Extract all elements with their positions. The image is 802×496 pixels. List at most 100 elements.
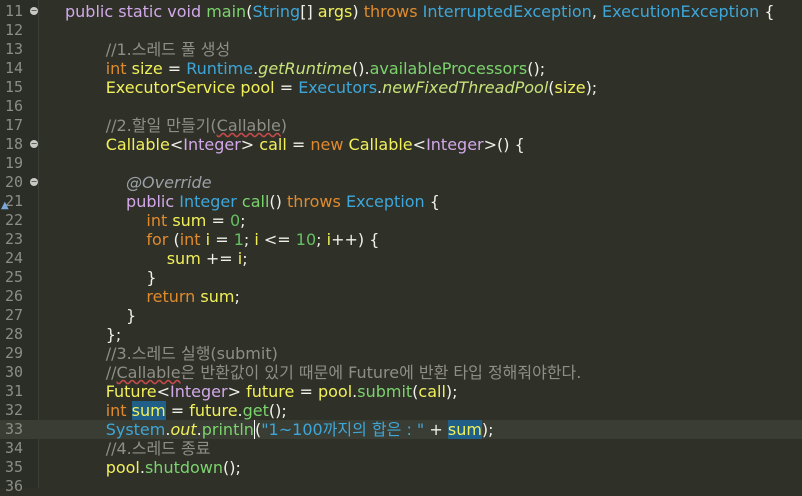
- line-number: 12: [5, 21, 24, 39]
- line-number: 11: [5, 2, 24, 20]
- code-text[interactable]: public static void main(String[] args) t…: [65, 2, 775, 21]
- code-text[interactable]: System.out.println("1~100까지의 합은 : " + su…: [65, 420, 494, 439]
- code-token: //1.스레드 풀 생성: [65, 40, 231, 59]
- code-token: Integer: [183, 135, 241, 154]
- code-token: Future: [105, 382, 157, 401]
- code-line[interactable]: 19: [0, 154, 802, 173]
- code-line[interactable]: 34 //4.스레드 종료: [0, 439, 802, 458]
- code-text[interactable]: Future<Integer> future = pool.submit(cal…: [65, 382, 458, 401]
- line-number: 27: [5, 306, 24, 324]
- code-token: System: [105, 420, 166, 439]
- code-text[interactable]: //Callable은 반환값이 있기 때문에 Future에 반환 타입 정해…: [65, 363, 582, 382]
- code-text[interactable]: //4.스레드 종료: [65, 439, 211, 458]
- code-token: 은 반환값이 있기 때문에 Future에 반환 타입 정해줘야한다.: [180, 363, 582, 382]
- code-text[interactable]: //2.할일 만들기(Callable): [65, 116, 287, 135]
- code-line[interactable]: 33 System.out.println("1~100까지의 합은 : " +…: [0, 420, 802, 439]
- code-token: ().: [352, 59, 370, 78]
- code-line[interactable]: 14 int size = Runtime.getRuntime().avail…: [0, 59, 802, 78]
- code-token: <: [169, 135, 184, 154]
- code-token: Callable: [116, 363, 181, 382]
- code-line[interactable]: 35 pool.shutdown();: [0, 458, 802, 477]
- code-line[interactable]: 28 };: [0, 325, 802, 344]
- code-line[interactable]: 24 sum += i;: [0, 249, 802, 268]
- code-token: for: [146, 230, 169, 249]
- line-number: 14: [5, 59, 24, 77]
- line-number: 31: [5, 382, 24, 400]
- code-text[interactable]: int sum = future.get();: [65, 401, 287, 420]
- code-token: (): [269, 192, 287, 211]
- code-token: []: [300, 2, 318, 21]
- code-line[interactable]: 17 //2.할일 만들기(Callable): [0, 116, 802, 135]
- code-token: =: [162, 59, 187, 78]
- code-token: }: [65, 268, 157, 287]
- code-token: ,: [591, 2, 602, 21]
- line-number: 15: [5, 78, 24, 96]
- code-line[interactable]: 29 //3.스레드 실행(submit): [0, 344, 802, 363]
- code-token: sum: [200, 287, 235, 306]
- code-token: throws: [287, 192, 341, 211]
- code-token: availableProcessors: [369, 59, 528, 78]
- code-token: <: [412, 135, 427, 154]
- code-token: +=: [200, 249, 238, 268]
- code-text[interactable]: int size = Runtime.getRuntime().availabl…: [65, 59, 545, 78]
- code-line[interactable]: 20− @Override: [0, 173, 802, 192]
- code-token: Exception: [345, 192, 425, 211]
- code-token: {: [759, 2, 775, 21]
- fold-toggle-icon[interactable]: −: [30, 178, 38, 186]
- code-line[interactable]: 16: [0, 97, 802, 116]
- fold-toggle-icon[interactable]: −: [30, 7, 38, 15]
- code-line[interactable]: 21 ▲ public Integer call() throws Excepti…: [0, 192, 802, 211]
- code-token: newFixedThreadPool: [382, 78, 549, 97]
- line-number: 17: [5, 116, 24, 134]
- code-text[interactable]: Callable<Integer> call = new Callable<In…: [65, 135, 525, 154]
- code-line[interactable]: 36: [0, 477, 802, 496]
- code-token: call: [259, 135, 287, 154]
- code-token: future: [246, 382, 295, 401]
- line-number: 26: [5, 287, 24, 305]
- line-number: 29: [5, 344, 24, 362]
- code-line[interactable]: 32 int sum = future.get();: [0, 401, 802, 420]
- code-line[interactable]: 12: [0, 21, 802, 40]
- code-text[interactable]: }: [65, 268, 157, 287]
- line-number: 25: [5, 268, 24, 286]
- code-line[interactable]: 30 //Callable은 반환값이 있기 때문에 Future에 반환 타입…: [0, 363, 802, 382]
- code-text[interactable]: //1.스레드 풀 생성: [65, 40, 231, 59]
- code-text[interactable]: @Override: [65, 173, 212, 192]
- code-line[interactable]: 31 Future<Integer> future = pool.submit(…: [0, 382, 802, 401]
- code-text[interactable]: };: [65, 325, 122, 344]
- code-text[interactable]: pool.shutdown();: [65, 458, 241, 477]
- code-line[interactable]: 25 }: [0, 268, 802, 287]
- code-line[interactable]: 18− Callable<Integer> call = new Callabl…: [0, 135, 802, 154]
- code-token: .: [196, 420, 202, 439]
- code-line[interactable]: 13 //1.스레드 풀 생성: [0, 40, 802, 59]
- code-text[interactable]: //3.스레드 실행(submit): [65, 344, 278, 363]
- code-token: pool: [317, 382, 353, 401]
- code-token: //4.스레드 종료: [65, 439, 211, 458]
- code-text[interactable]: sum += i;: [65, 249, 248, 268]
- code-token: =: [286, 135, 311, 154]
- code-text[interactable]: for (int i = 1; i <= 10; i++) {: [65, 230, 379, 249]
- code-text[interactable]: return sum;: [65, 287, 239, 306]
- code-text[interactable]: }: [65, 306, 136, 325]
- code-text[interactable]: ExecutorService pool = Executors.newFixe…: [65, 78, 598, 97]
- code-line[interactable]: 22 int sum = 0;: [0, 211, 802, 230]
- code-token: );: [481, 420, 494, 439]
- code-line[interactable]: 15 ExecutorService pool = Executors.newF…: [0, 78, 802, 97]
- code-token: out: [170, 420, 197, 439]
- code-text[interactable]: public Integer call() throws Exception {: [65, 192, 440, 211]
- code-line[interactable]: 23 for (int i = 1; i <= 10; i++) {: [0, 230, 802, 249]
- code-editor[interactable]: 11− public static void main(String[] args…: [0, 0, 802, 495]
- code-token: //2.할일 만들기(: [65, 116, 217, 135]
- fold-toggle-icon[interactable]: −: [30, 140, 38, 148]
- code-token: ();: [268, 401, 287, 420]
- code-line[interactable]: 26 return sum;: [0, 287, 802, 306]
- code-line[interactable]: 27 }: [0, 306, 802, 325]
- code-token: =: [294, 382, 318, 401]
- code-text[interactable]: int sum = 0;: [65, 211, 245, 230]
- code-token: ): [280, 116, 288, 135]
- code-line[interactable]: 11− public static void main(String[] args…: [0, 2, 802, 21]
